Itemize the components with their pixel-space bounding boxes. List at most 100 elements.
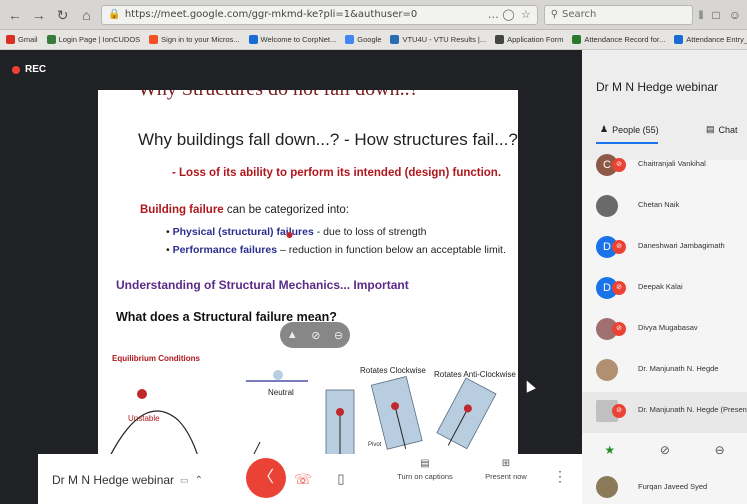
participant-name: Dr. Manjunath N. Hegde [638,364,719,373]
slide-pointer-icon [285,227,294,238]
meeting-details-toggle[interactable]: Dr M N Hedge webinar ▭ ⌃ [52,473,203,487]
home-icon[interactable]: ⌂ [78,6,96,24]
mute-icon[interactable]: ⊘ [660,443,670,457]
phone-icon: ☏ [294,471,312,487]
participant-row[interactable]: D ⊘ Deepak Kalai [582,269,747,310]
panel-header: Dr M N Hedge webinar ♟ People (55) ▤ Cha… [582,50,747,160]
url-text: https://meet.google.com/ggr-mkmd-ke?pli=… [124,9,418,20]
bookmark-item[interactable]: Attendance Record for... [572,35,665,44]
bookmark-label: Application Form [507,35,564,44]
present-label: Present now [485,472,527,481]
participant-name: Chetan Naik [638,200,680,209]
captions-icon: ▤ [420,458,430,469]
bookmark-favicon-icon [572,35,582,44]
presentation-stage: REC Why Structures do not fall down..? W… [0,50,582,470]
mic-off-icon: ⊘ [612,281,626,295]
participant-row-last[interactable]: Furqan Javeed Syed [582,470,747,504]
remove-icon[interactable]: ⊖ [334,329,343,342]
bookmark-star-icon[interactable]: ☆ [521,8,531,21]
people-icon: ♟ [600,124,609,134]
avatar [596,359,618,381]
account-icon[interactable]: ☺ [729,8,741,22]
remove-participant-icon[interactable]: ⊖ [715,443,725,457]
bookmark-label: Sign in to your Micros... [161,35,240,44]
participant-name: Divya Mugabasav [638,323,698,332]
participant-row[interactable]: ⊘ Divya Mugabasav [582,310,747,351]
hang-up-button[interactable]: ☏ [294,470,312,488]
screen: ← → ↻ ⌂ 🔒 https://meet.google.com/ggr-mk… [0,0,747,504]
rec-label: REC [25,64,47,75]
slide-overlay-controls: ▲ ⊘ ⊖ [280,322,350,348]
bookmark-item[interactable]: Gmail [6,35,38,44]
microphone-off-button[interactable]: 〈 [246,458,286,498]
meeting-controls-bar: Dr M N Hedge webinar ▭ ⌃ 〈 ☏ ▯ ▤ Turn on… [38,454,582,504]
page-actions-icon[interactable]: … [488,8,499,21]
presentation-row-controls: ★ ⊘ ⊖ [582,440,747,460]
camera-button[interactable]: ▯ [332,470,350,488]
present-icon: ⊞ [501,458,511,469]
participant-row[interactable]: D ⊘ Daneshwari Jambagimath [582,228,747,269]
record-dot-icon [12,65,20,74]
bookmark-item[interactable]: Application Form [495,35,563,44]
upright-ball [336,408,344,416]
mouse-cursor-icon [522,378,536,393]
tab-chat[interactable]: ▤ Chat [706,124,738,135]
forward-icon[interactable]: → [30,6,48,24]
mic-off-icon: ⊘ [612,158,626,172]
back-icon[interactable]: ← [6,6,24,24]
bookmark-item[interactable]: Attendance Entry_ECE [674,35,747,44]
panel-title: Dr M N Hedge webinar [596,80,719,94]
avatar [596,476,618,498]
chat-icon: ▤ [706,124,715,134]
mic-off-icon: ⊘ [612,322,626,336]
search-input[interactable]: ⚲ Search [543,4,693,25]
slide-diagram [107,370,497,470]
search-placeholder: Search [562,9,597,20]
bookmark-item[interactable]: Login Page | IonCUDOS [46,35,141,44]
pin-icon[interactable]: ★ [604,443,615,457]
library-icon[interactable]: ‖ [699,8,704,22]
more-options-icon[interactable]: ⋮ [553,468,567,485]
people-tab-label: People (55) [612,124,659,135]
tab-people[interactable]: ♟ People (55) [600,124,659,135]
browser-toolbar: ← → ↻ ⌂ 🔒 https://meet.google.com/ggr-mk… [0,0,747,30]
bookmark-item[interactable]: Welcome to CorpNet... [248,35,336,44]
participant-name: Daneshwari Jambagimath [638,241,725,250]
captions-button[interactable]: ▤ Turn on captions [390,458,460,481]
bookmark-label: Login Page | IonCUDOS [58,35,141,44]
bookmark-favicon-icon [674,35,684,44]
mic-off-icon: 〈 [257,469,274,486]
pocket-icon[interactable]: ◯ [502,8,514,21]
participant-name: Dr. Manjunath N. Hegde (Presentation) [638,405,747,414]
bookmark-favicon-icon [149,35,159,44]
participant-row[interactable]: C ⊘ Chaitranjali Vankihal [582,146,747,187]
block-cw [370,376,423,450]
bookmark-favicon-icon [345,35,355,44]
search-icon: ⚲ [550,9,559,20]
block-acw [436,377,497,450]
bookmark-item[interactable]: VTU4U - VTU Results |... [390,35,486,44]
unstable-ball [137,389,147,399]
present-button[interactable]: ⊞ Present now [474,458,538,481]
sidebar-icon[interactable]: □ [712,8,719,22]
shared-slide: Why Structures do not fall down..? Why b… [98,90,518,470]
pin-icon[interactable]: ▲ [287,329,298,341]
bookmark-label: VTU4U - VTU Results |... [402,35,487,44]
bookmark-favicon-icon [248,35,258,44]
participant-row[interactable]: Chetan Naik [582,187,747,228]
bookmark-favicon-icon [495,35,505,44]
reload-icon[interactable]: ↻ [54,6,72,24]
participant-row[interactable]: Dr. Manjunath N. Hegde [582,351,747,392]
bookmark-label: Google [357,35,382,44]
bookmark-label: Attendance Entry_ECE [686,35,747,44]
chat-tab-label: Chat [718,124,738,135]
bookmark-item[interactable]: Sign in to your Micros... [149,35,240,44]
bookmark-favicon-icon [390,35,400,44]
mute-overlay-icon[interactable]: ⊘ [311,329,320,342]
bookmark-item[interactable]: Google [345,35,381,44]
address-bar[interactable]: 🔒 https://meet.google.com/ggr-mkmd-ke?pl… [101,4,538,25]
participant-row[interactable]: ⊘ Dr. Manjunath N. Hegde (Presentation) [582,392,747,433]
bookmark-label: Attendance Record for... [584,35,666,44]
participant-name: Chaitranjali Vankihal [638,159,706,168]
meeting-title: Dr M N Hedge webinar [52,473,175,487]
